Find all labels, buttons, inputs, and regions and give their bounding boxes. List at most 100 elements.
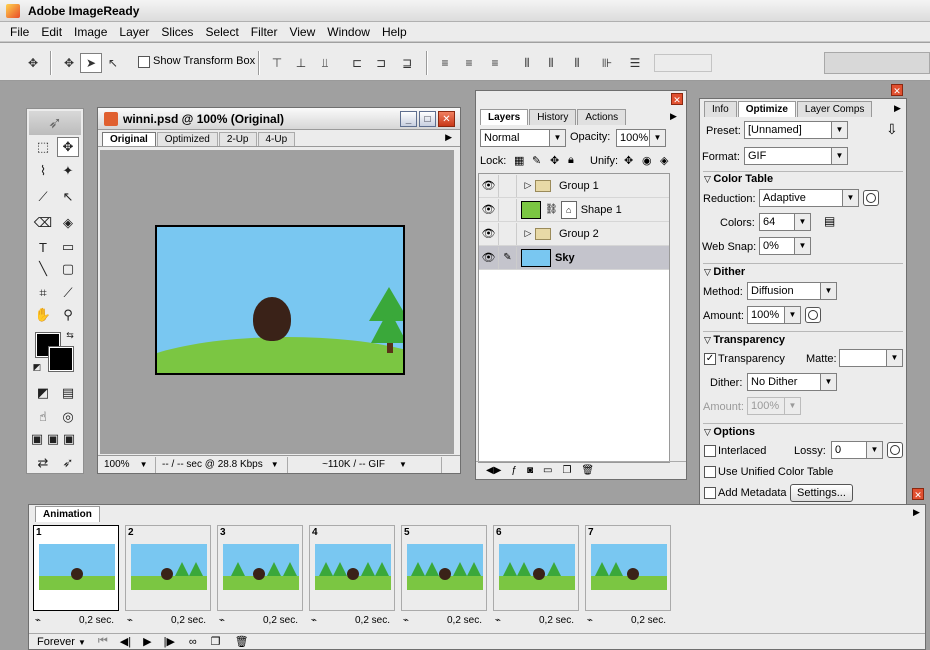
align-hcenter-icon[interactable]: ⊐ (370, 53, 392, 73)
frame-delay[interactable]: 0,2 sec. (79, 615, 114, 626)
color-table-section-header[interactable]: Color Table (704, 173, 773, 185)
expand-triangle-icon[interactable]: ▷ (521, 228, 535, 239)
paintbrush-icon[interactable]: ✎ (499, 246, 517, 269)
new-set-icon[interactable]: ▭ (543, 465, 552, 476)
swap-colors-icon[interactable]: ⇆ (63, 329, 77, 341)
tab-layers[interactable]: Layers (480, 109, 529, 125)
slice-select-icon[interactable]: ↖ (57, 187, 79, 207)
layer-row[interactable]: 👁︎ ⛓︎ ⌂ Shape 1 (479, 198, 669, 222)
eyedropper-icon[interactable]: ⟋ (57, 283, 79, 303)
line-tool-icon[interactable]: ╲ (32, 259, 54, 279)
disposal-method-icon[interactable]: ⌁ (127, 615, 133, 626)
lock-position-icon[interactable]: ✥ (550, 154, 559, 167)
color-table-icon[interactable]: ▤ (824, 214, 835, 228)
preset-select[interactable]: [Unnamed] ▼ (744, 121, 848, 139)
dither-section-header[interactable]: Dither (704, 266, 745, 278)
distribute-horizontal-icon[interactable]: ⊪ (596, 53, 618, 73)
lock-all-icon[interactable]: 🔒︎ (568, 154, 574, 167)
menu-slices[interactable]: Slices (155, 22, 199, 42)
menu-window[interactable]: Window (321, 22, 376, 42)
palette-close-icon[interactable]: ✕ (671, 93, 683, 105)
distribute-vertical-icon[interactable]: ☰ (624, 53, 646, 73)
tabs-scroll-right-icon[interactable]: ▶ (445, 132, 452, 143)
move-tool-preset-icon[interactable]: ✥ (22, 53, 44, 73)
align-vcenter-icon[interactable]: ⊥ (290, 53, 312, 73)
align-right-icon[interactable]: ⊒ (396, 53, 418, 73)
transparency-checkbox[interactable]: ✓ (704, 353, 716, 365)
reduction-mask-button[interactable] (863, 190, 879, 206)
tab-actions[interactable]: Actions (577, 109, 627, 125)
tab-animation[interactable]: Animation (35, 506, 100, 522)
link-layers-icon[interactable]: ◀▶ (486, 465, 501, 476)
disposal-method-icon[interactable]: ⌁ (495, 615, 501, 626)
full-screen-menu-mode-icon[interactable]: ▣ (45, 429, 61, 449)
arrow-small-icon[interactable]: ↖ (102, 53, 124, 73)
duplicate-frame-icon[interactable]: ❐ (211, 635, 221, 648)
arrow-pointer-icon[interactable]: ➤ (80, 53, 102, 73)
crop-tool-icon[interactable]: ⌗ (32, 283, 54, 303)
dither-amount-input[interactable]: 100% ▼ (747, 306, 801, 324)
rounded-rectangle-icon[interactable]: ▢ (57, 259, 79, 279)
menu-file[interactable]: File (4, 22, 35, 42)
unify-visibility-icon[interactable]: ◉ (642, 154, 652, 167)
layer-row[interactable]: 👁︎ ✎ Sky (479, 246, 669, 270)
first-frame-icon[interactable]: ⏮ (98, 635, 108, 648)
loop-select[interactable]: Forever ▼ (37, 636, 86, 648)
opacity-input[interactable]: 100% ▼ (616, 129, 666, 147)
align-top-icon[interactable]: ⊤ (266, 53, 288, 73)
menu-help[interactable]: Help (376, 22, 413, 42)
unify-position-icon[interactable]: ✥ (624, 154, 633, 167)
tab-2-up[interactable]: 2-Up (218, 132, 257, 146)
animation-frame[interactable]: 2 (125, 525, 211, 611)
eye-icon[interactable]: 👁︎ (479, 198, 499, 221)
expand-triangle-icon[interactable]: ▷ (521, 180, 535, 191)
dither-mask-button[interactable] (805, 307, 821, 323)
maximize-icon[interactable]: □ (419, 111, 436, 127)
show-transform-box-checkbox[interactable] (138, 56, 150, 68)
download-time-info[interactable]: -- / -- sec @ 28.8 Kbps ▼ (156, 456, 288, 473)
frame-delay[interactable]: 0,2 sec. (447, 615, 482, 626)
add-metadata-checkbox[interactable] (704, 487, 716, 499)
imageready-feather-icon[interactable]: ➶ (29, 111, 81, 135)
move-tool-icon[interactable]: ✥ (57, 137, 79, 157)
distribute-vcenter-icon[interactable]: ≡ (458, 53, 480, 73)
frame-delay[interactable]: 0,2 sec. (355, 615, 390, 626)
palette-close-icon[interactable]: ✕ (912, 488, 924, 500)
background-color-swatch[interactable] (48, 346, 74, 372)
rectangle-shape-icon[interactable]: ▭ (57, 237, 79, 257)
tab-history[interactable]: History (529, 109, 577, 125)
new-layer-icon[interactable]: ❐ (562, 465, 571, 476)
reduction-select[interactable]: Adaptive ▼ (759, 189, 859, 207)
animation-frame[interactable]: 1 (33, 525, 119, 611)
transparency-dither-select[interactable]: No Dither ▼ (747, 373, 837, 391)
matte-select[interactable]: ▼ (839, 349, 903, 367)
lock-image-icon[interactable]: ✎ (532, 154, 541, 167)
transparency-section-header[interactable]: Transparency (704, 334, 785, 346)
menu-layer[interactable]: Layer (113, 22, 155, 42)
hand-tool-icon[interactable]: ✋ (32, 305, 54, 325)
palette-menu-icon[interactable]: ▶ (894, 103, 901, 114)
animation-frame[interactable]: 6 (493, 525, 579, 611)
menu-image[interactable]: Image (68, 22, 113, 42)
document-image[interactable] (155, 225, 405, 375)
magic-wand-icon[interactable]: ✦ (57, 161, 79, 181)
eye-icon[interactable]: 👁︎ (479, 246, 499, 269)
trash-icon[interactable]: 🗑︎ (581, 465, 594, 476)
tween-icon[interactable]: ∞ (189, 636, 197, 648)
lasso-icon[interactable]: ⌇ (32, 161, 54, 181)
distribute-left-icon[interactable]: ⦀ (516, 53, 538, 73)
interlaced-checkbox[interactable] (704, 445, 716, 457)
tab-4-up[interactable]: 4-Up (257, 132, 296, 146)
previous-frame-icon[interactable]: ◀| (120, 635, 131, 648)
lossy-input[interactable]: 0 ▼ (831, 441, 883, 459)
dither-method-select[interactable]: Diffusion ▼ (747, 282, 837, 300)
disposal-method-icon[interactable]: ⌁ (35, 615, 41, 626)
lossy-mask-button[interactable] (887, 442, 903, 458)
zoom-tool-icon[interactable]: ⚲ (57, 305, 79, 325)
disposal-method-icon[interactable]: ⌁ (311, 615, 317, 626)
animation-frame[interactable]: 5 (401, 525, 487, 611)
layer-style-icon[interactable]: ƒ (511, 465, 517, 476)
edit-in-photoshop-icon[interactable]: ⇄ (32, 453, 54, 473)
frame-delay[interactable]: 0,2 sec. (263, 615, 298, 626)
disposal-method-icon[interactable]: ⌁ (403, 615, 409, 626)
